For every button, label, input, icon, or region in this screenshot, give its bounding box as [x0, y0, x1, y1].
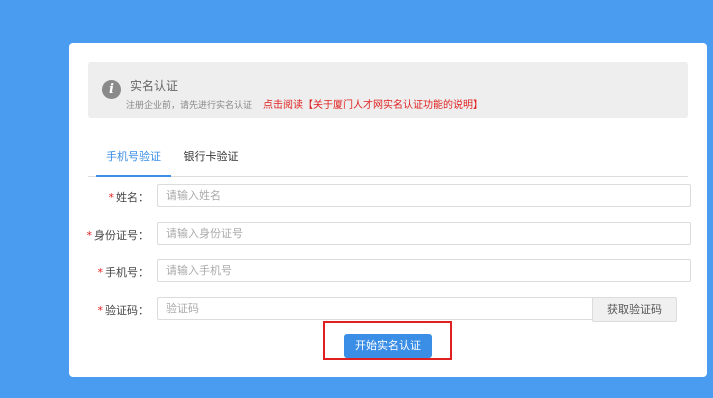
id-number-label: * 身份证号：: [86, 229, 150, 242]
info-icon: i: [102, 80, 121, 99]
id-number-input[interactable]: [157, 222, 691, 245]
phone-label: * 手机号：: [97, 266, 150, 279]
notice-description: 注册企业前，请先进行实名认证: [126, 101, 253, 111]
required-mark: *: [97, 304, 104, 317]
start-verification-button[interactable]: 开始实名认证: [344, 334, 432, 358]
notice-link[interactable]: 点击阅读【关于厦门人才网实名认证功能的说明】: [263, 96, 483, 111]
tab-phone-verification[interactable]: 手机号验证: [96, 139, 171, 177]
get-code-button[interactable]: 获取验证码: [592, 297, 677, 322]
required-mark: *: [108, 191, 115, 204]
required-mark: *: [86, 229, 93, 242]
name-input[interactable]: [157, 184, 691, 207]
required-mark: *: [97, 266, 104, 279]
code-label: * 验证码：: [97, 304, 150, 317]
name-label: * 姓名：: [108, 191, 150, 204]
verification-tabs: 手机号验证 银行卡验证: [88, 139, 688, 177]
code-input[interactable]: [157, 297, 593, 320]
tab-bank-card-verification[interactable]: 银行卡验证: [176, 139, 246, 175]
notice-panel: i 实名认证 注册企业前，请先进行实名认证 点击阅读【关于厦门人才网实名认证功能…: [88, 62, 688, 118]
verification-card: i 实名认证 注册企业前，请先进行实名认证 点击阅读【关于厦门人才网实名认证功能…: [69, 43, 707, 377]
notice-title: 实名认证: [130, 79, 179, 93]
phone-input[interactable]: [157, 259, 691, 282]
